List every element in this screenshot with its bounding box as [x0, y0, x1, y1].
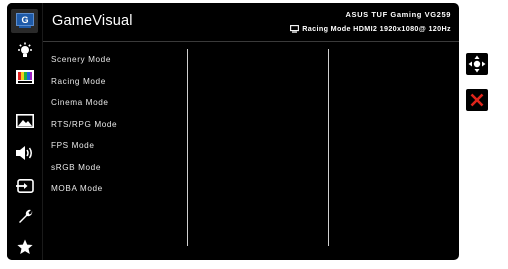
close-button[interactable]: [466, 89, 488, 111]
tab-my-favorite[interactable]: [11, 235, 38, 259]
brightness-icon: [17, 42, 32, 57]
menu-item-cinema[interactable]: Cinema Mode: [51, 98, 109, 107]
tab-gamevisual[interactable]: G: [11, 9, 38, 33]
tab-input-select[interactable]: [11, 174, 38, 198]
tab-color[interactable]: [11, 65, 38, 89]
column-divider: [187, 49, 188, 246]
status-text: Racing Mode HDMI2 1920x1080@ 120Hz: [302, 24, 451, 33]
monitor-icon: [290, 24, 300, 33]
star-icon: [16, 239, 33, 254]
osd-header: GameVisual ASUS TUF Gaming VG259 Racing …: [43, 3, 459, 42]
menu-item-fps[interactable]: FPS Mode: [51, 141, 94, 150]
navigate-button[interactable]: [466, 53, 488, 75]
wrench-icon: [18, 209, 32, 223]
tab-image[interactable]: [11, 109, 38, 133]
osd-menu: G GameVisual ASUS TUF Gaming VG259 Racin…: [7, 3, 459, 260]
menu-item-racing[interactable]: Racing Mode: [51, 77, 106, 86]
svg-text:G: G: [21, 15, 28, 25]
osd-sidebar: G: [7, 3, 42, 260]
menu-item-srgb[interactable]: sRGB Mode: [51, 163, 101, 172]
close-icon: [470, 93, 484, 107]
gamevisual-icon: G: [15, 13, 34, 28]
navigate-icon: [468, 55, 486, 73]
tab-sound[interactable]: [11, 141, 38, 165]
input-select-icon: [15, 179, 34, 193]
color-icon: [15, 70, 34, 84]
menu-item-scenery[interactable]: Scenery Mode: [51, 55, 111, 64]
menu-item-moba[interactable]: MOBA Mode: [51, 184, 103, 193]
model-name: ASUS TUF Gaming VG259: [345, 10, 451, 19]
sound-icon: [15, 146, 32, 160]
column-divider: [328, 49, 329, 246]
menu-item-rts-rpg[interactable]: RTS/RPG Mode: [51, 120, 117, 129]
image-icon: [15, 114, 34, 128]
tab-system-setup[interactable]: [11, 205, 38, 229]
status-line: Racing Mode HDMI2 1920x1080@ 120Hz: [290, 24, 451, 33]
tab-blue-light-filter[interactable]: [11, 39, 38, 63]
page-title: GameVisual: [52, 13, 133, 29]
